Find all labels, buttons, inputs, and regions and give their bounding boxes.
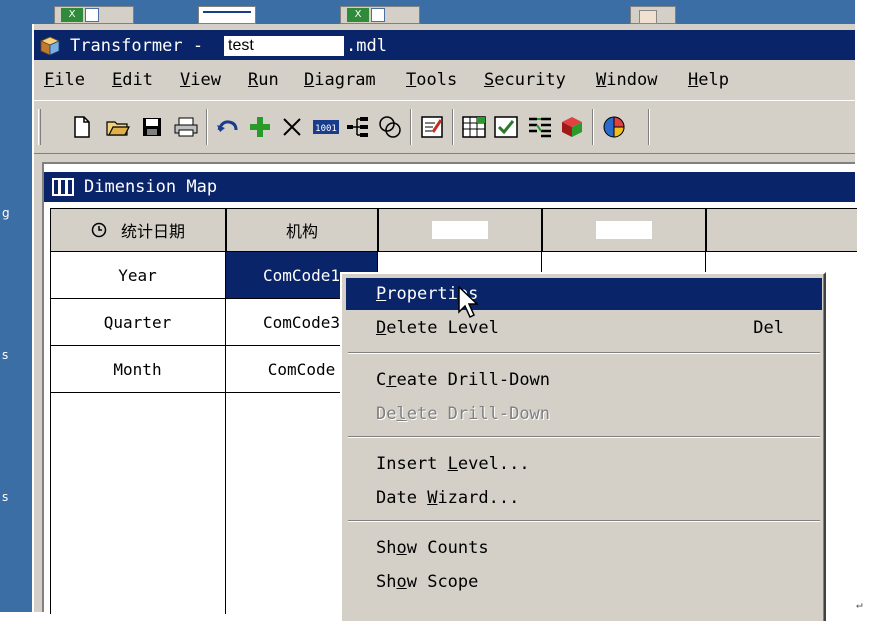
redacted-block <box>596 221 652 239</box>
column-header-date[interactable]: 统计日期 <box>50 208 226 252</box>
paragraph-mark: ↵ <box>856 598 863 611</box>
cube-icon[interactable] <box>558 113 586 141</box>
menu-item-date-wizard[interactable]: Date Wizard... <box>346 482 822 514</box>
toolbar-grip[interactable] <box>38 109 41 145</box>
menu-item-insert-level[interactable]: Insert Level... <box>346 448 822 480</box>
menu-separator <box>348 520 820 522</box>
desktop-taskbar-strip: X X <box>32 0 855 24</box>
dimension-icon[interactable] <box>526 113 554 141</box>
column-header-label: 机构 <box>285 222 318 241</box>
menu-item-properties[interactable]: Properties <box>346 278 822 310</box>
menu-item-show-counts[interactable]: Show Counts <box>346 532 822 564</box>
toolbar: 1001 <box>34 100 855 154</box>
menu-help[interactable]: Help <box>688 70 729 90</box>
grid-icon[interactable] <box>460 113 488 141</box>
toolbar-separator <box>592 109 594 145</box>
delete-icon[interactable] <box>278 113 306 141</box>
document-window-stub[interactable] <box>198 6 256 24</box>
menu-item-show-scope[interactable]: Show Scope <box>346 566 822 598</box>
dimension-map-icon <box>52 178 74 196</box>
menu-view[interactable]: View <box>180 70 221 90</box>
menu-tools[interactable]: Tools <box>406 70 457 90</box>
context-menu: Properties Delete Level Del Create Drill-… <box>340 272 826 621</box>
print-icon[interactable] <box>172 113 200 141</box>
cube-app-icon <box>40 36 60 56</box>
level-cell-year[interactable]: Year <box>50 252 226 299</box>
toolbar-separator <box>410 109 412 145</box>
open-icon[interactable] <box>104 113 132 141</box>
svg-text:1001: 1001 <box>315 124 337 134</box>
picture-icon <box>639 10 657 24</box>
window-title-suffix: .mdl <box>346 36 387 56</box>
new-icon[interactable] <box>68 113 96 141</box>
clock-icon <box>91 222 107 238</box>
desktop-fragment: g <box>2 206 10 220</box>
window-title-file: test <box>224 36 344 56</box>
undo-icon[interactable] <box>214 113 242 141</box>
grid-line <box>541 252 542 272</box>
desktop-fragment: s <box>2 348 9 362</box>
grid-line <box>225 393 226 614</box>
pie-chart-icon[interactable] <box>600 113 628 141</box>
redacted-block <box>432 221 488 239</box>
desktop-fragment: s <box>2 490 9 504</box>
window-titlebar[interactable]: Transformer - test .mdl <box>34 30 855 60</box>
menu-diagram[interactable]: Diagram <box>304 70 376 90</box>
menu-bar: File Edit View Run Diagram Tools Securit… <box>34 64 855 94</box>
link-icon[interactable] <box>376 113 404 141</box>
dimension-map-titlebar[interactable]: Dimension Map <box>44 172 855 202</box>
column-header-redacted[interactable] <box>542 208 706 252</box>
menu-item-delete-drill-down: Delete Drill-Down <box>376 404 551 424</box>
column-header-empty[interactable] <box>706 208 857 252</box>
image-window-stub[interactable] <box>630 6 676 24</box>
dimension-map-title: Dimension Map <box>84 177 218 197</box>
column-header-label: 统计日期 <box>120 222 185 241</box>
add-icon[interactable] <box>246 113 274 141</box>
column-header-org[interactable]: 机构 <box>226 208 378 252</box>
toolbar-separator <box>648 109 650 145</box>
sheet-icon <box>371 8 385 22</box>
level-cell-month[interactable]: Month <box>50 346 226 393</box>
excel-window-stub[interactable]: X <box>340 6 420 24</box>
excel-icon: X <box>61 8 83 22</box>
menu-separator <box>348 436 820 438</box>
excel-window-stub[interactable]: X <box>54 6 134 24</box>
grid-line <box>50 252 51 614</box>
menu-file[interactable]: File <box>44 70 85 90</box>
save-icon[interactable] <box>138 113 166 141</box>
excel-icon: X <box>347 8 369 22</box>
menu-window[interactable]: Window <box>596 70 657 90</box>
menu-item-create-drill-down[interactable]: Create Drill-Down <box>346 364 822 396</box>
grid-line <box>705 252 706 272</box>
mouse-pointer-icon <box>458 286 479 319</box>
properties-icon[interactable] <box>418 113 446 141</box>
menu-run[interactable]: Run <box>248 70 279 90</box>
desktop-left-strip: g s s <box>0 0 32 612</box>
column-header-redacted[interactable] <box>378 208 542 252</box>
menu-security[interactable]: Security <box>484 70 566 90</box>
level-cell-quarter[interactable]: Quarter <box>50 299 226 346</box>
window-title-prefix: Transformer - <box>70 36 204 56</box>
menu-item-delete-level[interactable]: Delete Level Del <box>346 312 822 344</box>
toolbar-separator <box>206 109 208 145</box>
check-icon[interactable] <box>492 113 520 141</box>
menu-edit[interactable]: Edit <box>112 70 153 90</box>
menu-separator <box>348 352 820 354</box>
toolbar-separator <box>452 109 454 145</box>
tree-icon[interactable] <box>344 113 372 141</box>
sheet-icon <box>85 8 99 22</box>
counts-icon[interactable]: 1001 <box>312 113 340 141</box>
